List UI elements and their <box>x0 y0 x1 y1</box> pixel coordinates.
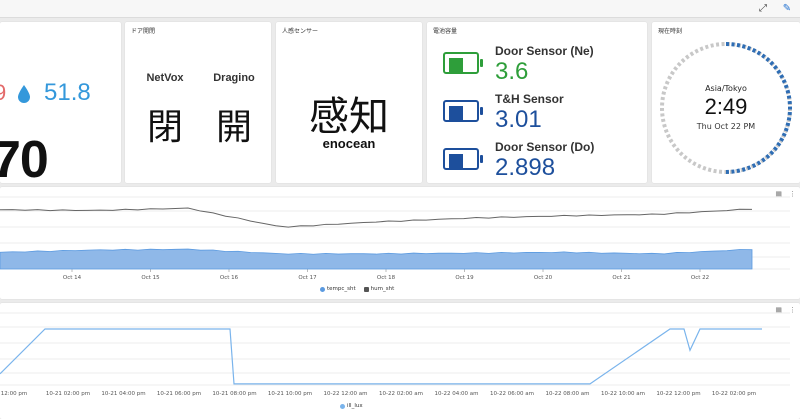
door-device-name: NetVox <box>146 72 184 84</box>
lux-chart: 12:00 pm 10-21 02:00 pm 10-21 04:00 pm 10-2… <box>0 312 790 397</box>
temperature-value-partial: 9 <box>0 80 7 105</box>
x-tick-label: Oct 22 <box>691 275 709 281</box>
battery-panel-title: 電池容量 <box>433 28 458 35</box>
door-panel-title: ドア開閉 <box>131 28 156 35</box>
legend-label: ill_lux <box>347 403 363 409</box>
x-tick-label: Oct 21 <box>612 275 630 281</box>
lux-chart-panel: ▦ ⋮ 12:00 pm 10-21 02:00 pm 10-21 04:00 pm 1… <box>0 303 800 419</box>
clock-date: Thu Oct 22 PM <box>696 122 756 131</box>
x-tick-label: 10-21 02:00 pm <box>46 391 90 397</box>
battery-tip <box>480 107 483 115</box>
legend-item[interactable]: ill_lux <box>340 403 363 409</box>
chart-legend: tempc_sht hum_sht <box>320 286 394 292</box>
x-tick-label: 10-22 06:00 am <box>490 391 534 397</box>
x-tick-label: Oct 14 <box>63 275 82 281</box>
x-tick-label: 10-22 02:00 pm <box>712 391 756 397</box>
battery-sensor-name: Door Sensor (Ne) <box>495 44 594 58</box>
x-tick-label: Oct 15 <box>141 275 160 281</box>
x-tick-label: Oct 16 <box>220 275 239 281</box>
temp-humidity-chart: Oct 14 Oct 15 Oct 16 Oct 17 Oct 18 Oct 19 Oct … <box>0 196 790 281</box>
legend-swatch <box>320 286 325 292</box>
battery-value: 2.898 <box>495 154 556 181</box>
water-drop-icon <box>18 85 30 103</box>
door-panel: ドア開閉 NetVox 閉 Dragino 開 <box>125 22 271 183</box>
pencil-icon[interactable]: ✎ <box>780 2 794 16</box>
legend-swatch <box>340 403 345 409</box>
battery-sensor-name: Door Sensor (Do) <box>495 140 595 154</box>
door-device-name: Dragino <box>213 72 255 84</box>
battery-value: 3.01 <box>495 106 542 133</box>
door-state: 閉 <box>146 107 183 148</box>
battery-icon <box>443 100 479 122</box>
battery-icon <box>443 52 479 74</box>
clock-time: 2:49 <box>704 94 748 119</box>
x-tick-label: 10-22 12:00 pm <box>656 391 700 397</box>
battery-value: 3.6 <box>495 58 529 85</box>
legend-item[interactable]: tempc_sht <box>320 286 356 292</box>
x-tick-label: 10-22 10:00 am <box>601 391 645 397</box>
expand-icon[interactable]: ⤢ <box>756 2 770 16</box>
temperature-humidity-panel: 9 51.8 70 <box>0 22 121 183</box>
motion-panel: 人感センサー 感知 enocean <box>276 22 422 183</box>
battery-panel: 電池容量 Door Sensor (Ne) 3.6 T&H Sensor 3.0… <box>427 22 647 183</box>
motion-panel-title: 人感センサー <box>282 28 319 35</box>
humidity-value: 51.8 <box>44 79 91 106</box>
x-tick-label: Oct 18 <box>377 275 396 281</box>
door-device-netvox: NetVox 閉 <box>130 72 200 150</box>
x-tick-label: 12:00 pm <box>1 391 27 397</box>
door-device-dragino: Dragino 開 <box>199 72 269 150</box>
temp-humidity-chart-panel: ▦ ⋮ Oct 14 Oct 15 Oct 16 Oct 17 Oct 18 Oct 19 O… <box>0 187 800 299</box>
main-reading: 70 <box>0 131 49 183</box>
battery-fill <box>449 58 463 72</box>
battery-icon <box>443 148 479 170</box>
legend-label: hum_sht <box>370 286 395 292</box>
clock-panel: 現在時刻 Asia/Tokyo 2:49 Thu Oct 22 PM <box>652 22 800 183</box>
battery-fill <box>449 106 463 120</box>
series-area-tempc <box>0 248 753 270</box>
dashboard-toolbar: ⤢ ✎ <box>0 0 800 18</box>
clock-timezone: Asia/Tokyo <box>705 84 747 93</box>
x-tick-label: 10-21 10:00 pm <box>268 391 312 397</box>
battery-tip <box>480 59 483 67</box>
x-tick-label: Oct 20 <box>534 275 553 281</box>
x-tick-label: 10-22 04:00 am <box>434 391 478 397</box>
x-tick-label: 10-22 02:00 am <box>379 391 423 397</box>
series-line-lux <box>0 328 762 385</box>
chart-legend: ill_lux <box>340 403 363 409</box>
x-tick-label: 10-22 12:00 am <box>323 391 367 397</box>
legend-label: tempc_sht <box>327 286 356 292</box>
legend-swatch <box>363 286 369 292</box>
door-state: 開 <box>215 107 252 148</box>
x-tick-label: Oct 17 <box>298 275 317 281</box>
x-tick-label: 10-22 08:00 am <box>545 391 589 397</box>
x-tick-label: 10-21 04:00 pm <box>101 391 145 397</box>
motion-state: 感知 <box>309 94 389 140</box>
x-tick-label: 10-21 06:00 pm <box>157 391 201 397</box>
x-tick-label: 10-21 08:00 pm <box>212 391 256 397</box>
legend-item[interactable]: hum_sht <box>363 286 395 292</box>
battery-tip <box>480 155 483 163</box>
battery-sensor-name: T&H Sensor <box>495 92 564 106</box>
motion-brand: enocean <box>322 136 376 151</box>
x-tick-label: Oct 19 <box>455 275 474 281</box>
battery-fill <box>449 154 463 168</box>
